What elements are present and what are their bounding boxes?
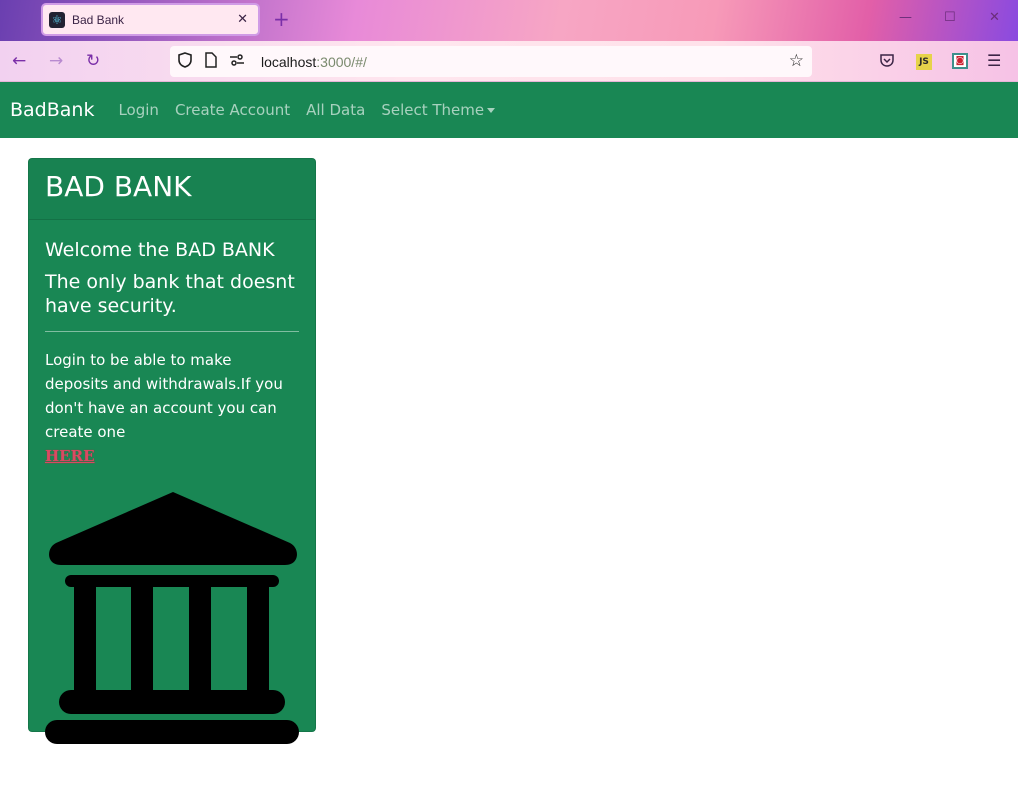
maximize-window-button[interactable]: ☐: [944, 10, 956, 25]
extension-icon[interactable]: ◙: [952, 53, 968, 69]
browser-toolbar: ← → ↻ localhost:3000/#/ ☆ ☰: [0, 41, 1018, 82]
card-header: BAD BANK: [29, 159, 315, 220]
create-account-here-link[interactable]: HERE: [45, 447, 95, 465]
card-text: Login to be able to make deposits and wi…: [45, 348, 299, 468]
new-tab-button[interactable]: +: [273, 8, 290, 30]
js-extension-icon[interactable]: JS: [916, 54, 932, 70]
page-icon[interactable]: [204, 51, 217, 72]
card-title: Welcome the BAD BANK: [45, 239, 275, 261]
nav-create-account-link[interactable]: Create Account: [175, 101, 290, 119]
back-arrow-icon[interactable]: ←: [12, 50, 26, 72]
welcome-card: BAD BANK Welcome the BAD BANK The only b…: [28, 158, 316, 744]
address-bar[interactable]: localhost:3000/#/ ☆: [170, 46, 812, 77]
menu-icon[interactable]: ☰: [987, 52, 1001, 70]
close-window-button[interactable]: ✕: [989, 10, 1000, 25]
card-body: Welcome the BAD BANK The only bank that …: [29, 220, 315, 746]
caret-down-icon: [487, 108, 496, 113]
close-tab-icon[interactable]: ✕: [237, 12, 248, 27]
divider: [45, 331, 299, 332]
browser-tab[interactable]: ⚛ Bad Bank ✕: [41, 3, 260, 36]
bookmark-star-icon[interactable]: ☆: [789, 51, 804, 71]
card-subtitle: The only bank that doesnt have security.: [45, 271, 295, 317]
permissions-icon[interactable]: [229, 53, 245, 70]
reload-icon[interactable]: ↻: [86, 50, 100, 72]
app-navbar: BadBank Login Create Account All Data Se…: [0, 82, 1018, 138]
browser-tab-bar: ⚛ Bad Bank ✕ + — ☐ ✕: [0, 0, 1018, 41]
card-text-body: Login to be able to make deposits and wi…: [45, 351, 283, 441]
minimize-window-button[interactable]: —: [899, 10, 912, 25]
forward-arrow-icon[interactable]: →: [49, 50, 63, 72]
nav-all-data-link[interactable]: All Data: [306, 101, 365, 119]
shield-icon[interactable]: [178, 51, 192, 72]
nav-login-link[interactable]: Login: [118, 101, 158, 119]
url-text[interactable]: localhost:3000/#/: [261, 54, 367, 70]
react-favicon-icon: ⚛: [49, 11, 65, 28]
select-theme-dropdown[interactable]: Select Theme: [381, 101, 496, 119]
pocket-icon[interactable]: [879, 52, 895, 73]
bank-icon: [45, 492, 299, 744]
tab-title: Bad Bank: [72, 12, 125, 27]
brand-link[interactable]: BadBank: [10, 99, 94, 121]
